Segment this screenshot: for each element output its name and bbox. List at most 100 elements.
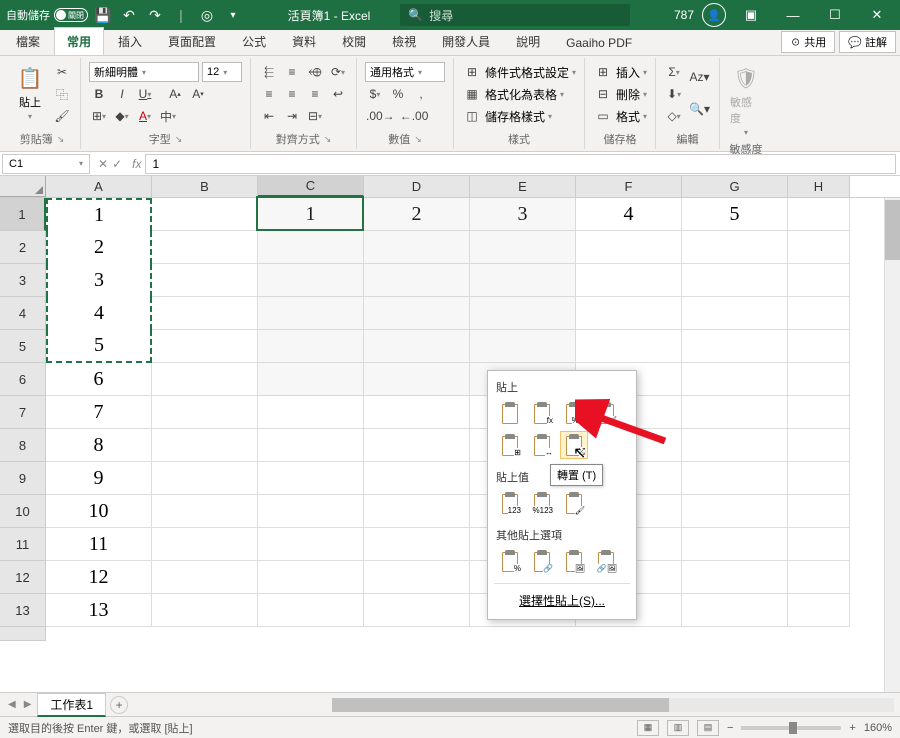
cell[interactable] bbox=[788, 198, 850, 231]
col-header[interactable]: B bbox=[152, 176, 258, 197]
currency-icon[interactable]: $ ▾ bbox=[365, 84, 385, 104]
cell[interactable] bbox=[152, 396, 258, 429]
cell[interactable]: 4 bbox=[576, 198, 682, 231]
comma-icon[interactable]: , bbox=[411, 84, 431, 104]
cell[interactable] bbox=[682, 594, 788, 627]
save-icon[interactable]: 💾 bbox=[92, 4, 114, 26]
insert-cells-button[interactable]: ⊞插入 ▾ bbox=[593, 62, 647, 82]
cell[interactable] bbox=[152, 231, 258, 264]
cell[interactable] bbox=[152, 363, 258, 396]
paste-keep-source-icon[interactable]: 🖌 bbox=[592, 399, 620, 427]
increase-indent-icon[interactable]: ⇥ bbox=[282, 106, 302, 126]
cut-icon[interactable]: ✂ bbox=[52, 62, 72, 82]
align-left-icon[interactable]: ≡ bbox=[259, 84, 279, 104]
cell[interactable] bbox=[470, 297, 576, 330]
cell[interactable] bbox=[682, 396, 788, 429]
autosum-icon[interactable]: Σ ▾ bbox=[664, 62, 684, 82]
col-header[interactable]: H bbox=[788, 176, 850, 197]
decrease-indent-icon[interactable]: ⇤ bbox=[259, 106, 279, 126]
fx-icon[interactable]: fx bbox=[128, 157, 145, 171]
dialog-launcher-icon[interactable]: ↘ bbox=[57, 134, 65, 145]
sheet-nav-next-icon[interactable]: ▶ bbox=[22, 699, 34, 710]
paste-no-borders-icon[interactable]: ⊞ bbox=[496, 431, 524, 459]
cell[interactable] bbox=[682, 264, 788, 297]
cell[interactable] bbox=[682, 528, 788, 561]
tab-insert[interactable]: 插入 bbox=[106, 28, 154, 55]
cell[interactable] bbox=[788, 495, 850, 528]
paste-picture-icon[interactable]: 🖼 bbox=[560, 547, 588, 575]
cell[interactable] bbox=[258, 495, 364, 528]
cell[interactable] bbox=[258, 429, 364, 462]
col-header[interactable]: C bbox=[258, 176, 364, 197]
conditional-format-button[interactable]: ⊞條件式格式設定 ▾ bbox=[462, 62, 576, 82]
cell[interactable] bbox=[682, 363, 788, 396]
name-box[interactable]: C1▾ bbox=[2, 154, 90, 174]
row-header[interactable]: 2 bbox=[0, 231, 46, 264]
orientation-icon[interactable]: ⟳ ▾ bbox=[328, 62, 348, 82]
cell[interactable] bbox=[788, 528, 850, 561]
delete-cells-button[interactable]: ⊟刪除 ▾ bbox=[593, 84, 647, 104]
tab-help[interactable]: 說明 bbox=[504, 28, 552, 55]
cell[interactable] bbox=[364, 594, 470, 627]
percent-icon[interactable]: % bbox=[388, 84, 408, 104]
cell[interactable] bbox=[258, 528, 364, 561]
redo-icon[interactable]: ↷ bbox=[144, 4, 166, 26]
clear-icon[interactable]: ◇ ▾ bbox=[664, 106, 684, 126]
cell[interactable] bbox=[152, 528, 258, 561]
cell[interactable]: 8 bbox=[46, 429, 152, 462]
col-header[interactable]: A bbox=[46, 176, 152, 197]
cell[interactable] bbox=[788, 363, 850, 396]
italic-button[interactable]: I bbox=[112, 84, 132, 104]
cell[interactable] bbox=[258, 462, 364, 495]
cell[interactable] bbox=[258, 297, 364, 330]
tab-review[interactable]: 校閱 bbox=[330, 28, 378, 55]
qat-more-icon[interactable]: ▾ bbox=[222, 4, 244, 26]
cell[interactable] bbox=[364, 528, 470, 561]
cell[interactable] bbox=[788, 231, 850, 264]
paste-formatting-icon[interactable]: % bbox=[496, 547, 524, 575]
cell[interactable]: 3 bbox=[470, 198, 576, 231]
cell[interactable]: 11 bbox=[46, 528, 152, 561]
cell[interactable] bbox=[788, 561, 850, 594]
cell[interactable] bbox=[152, 495, 258, 528]
cell[interactable] bbox=[364, 264, 470, 297]
cell[interactable] bbox=[364, 561, 470, 594]
ribbon-display-icon[interactable]: ▣ bbox=[734, 4, 768, 26]
cell[interactable] bbox=[788, 330, 850, 363]
underline-button[interactable]: U ▾ bbox=[135, 84, 155, 104]
cell-styles-button[interactable]: ◫儲存格樣式 ▾ bbox=[462, 106, 576, 126]
cell[interactable] bbox=[258, 231, 364, 264]
tab-gaaiho[interactable]: Gaaiho PDF bbox=[554, 31, 644, 55]
cell[interactable] bbox=[682, 231, 788, 264]
cell[interactable] bbox=[364, 396, 470, 429]
cell[interactable] bbox=[470, 264, 576, 297]
cell[interactable] bbox=[682, 429, 788, 462]
row-header[interactable]: 9 bbox=[0, 462, 46, 495]
cell[interactable] bbox=[364, 495, 470, 528]
align-right-icon[interactable]: ≡ bbox=[305, 84, 325, 104]
cell[interactable]: 3 bbox=[46, 264, 152, 297]
horizontal-scrollbar[interactable] bbox=[132, 698, 894, 712]
cell[interactable]: 10 bbox=[46, 495, 152, 528]
tab-developer[interactable]: 開發人員 bbox=[430, 28, 502, 55]
col-header[interactable]: G bbox=[682, 176, 788, 197]
search-box[interactable]: 🔍 搜尋 bbox=[400, 4, 630, 26]
cell[interactable] bbox=[788, 462, 850, 495]
cell[interactable]: 2 bbox=[364, 198, 470, 231]
cell[interactable]: 12 bbox=[46, 561, 152, 594]
zoom-level[interactable]: 160% bbox=[864, 722, 892, 734]
cell[interactable]: 2 bbox=[46, 231, 152, 264]
format-painter-icon[interactable]: 🖌 bbox=[52, 106, 72, 126]
dialog-launcher-icon[interactable]: ↘ bbox=[324, 134, 332, 145]
paste-all-icon[interactable] bbox=[496, 399, 524, 427]
cell[interactable]: 4 bbox=[46, 297, 152, 330]
fill-color-icon[interactable]: ◆ ▾ bbox=[112, 106, 132, 126]
enter-formula-icon[interactable]: ✓ bbox=[112, 157, 122, 171]
cell[interactable] bbox=[364, 429, 470, 462]
col-header[interactable]: D bbox=[364, 176, 470, 197]
cell[interactable] bbox=[152, 462, 258, 495]
spreadsheet-grid[interactable]: A B C D E F G H 12345678910111213 112345… bbox=[0, 176, 900, 692]
cell[interactable] bbox=[152, 198, 258, 231]
wrap-text-icon[interactable]: ↩ bbox=[328, 84, 348, 104]
add-sheet-button[interactable]: + bbox=[110, 696, 128, 714]
